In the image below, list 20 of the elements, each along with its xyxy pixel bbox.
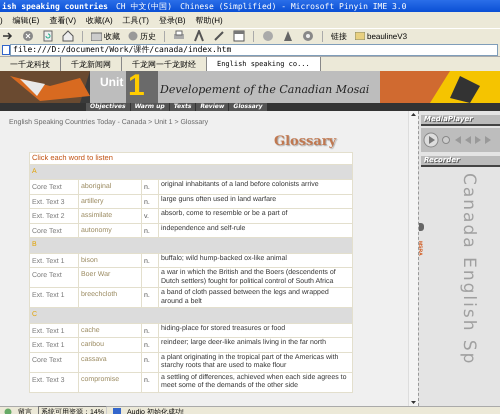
menu-item[interactable]: 收藏(A) <box>86 14 113 26</box>
address-field[interactable]: file:///D:/document/Work/课件/canada/index.htm <box>10 44 498 56</box>
unit-number: 1 <box>128 71 145 103</box>
unit-label: Unit <box>100 75 124 89</box>
menu-item[interactable]: 帮助(H) <box>196 14 223 26</box>
window-title: ish speaking countries <box>2 2 108 10</box>
history-button[interactable]: 历史 <box>128 30 156 42</box>
link-item[interactable]: beaulineV3 <box>355 32 408 40</box>
menu-item[interactable]: 查看(V) <box>49 14 76 26</box>
menu-item[interactable]: 工具(T) <box>122 14 149 26</box>
favorites-button[interactable]: 收藏 <box>91 30 120 42</box>
ime-name: Chinese (Simplified) - Microsoft Pinyin IME 3.0 <box>180 2 406 10</box>
menu-item[interactable]: 登录(B) <box>158 14 186 26</box>
links-label: 链接 <box>331 30 347 42</box>
page-heading: Glossary <box>274 134 336 149</box>
menu-item[interactable]: ) <box>0 16 3 24</box>
menu-item[interactable]: 编辑(E) <box>12 14 40 26</box>
ime-language: CH 中文(中国) <box>116 0 172 12</box>
watermark-text: Canada English Sp <box>459 173 479 366</box>
unit-title: Developement of the Canadian Mosai <box>160 83 370 96</box>
